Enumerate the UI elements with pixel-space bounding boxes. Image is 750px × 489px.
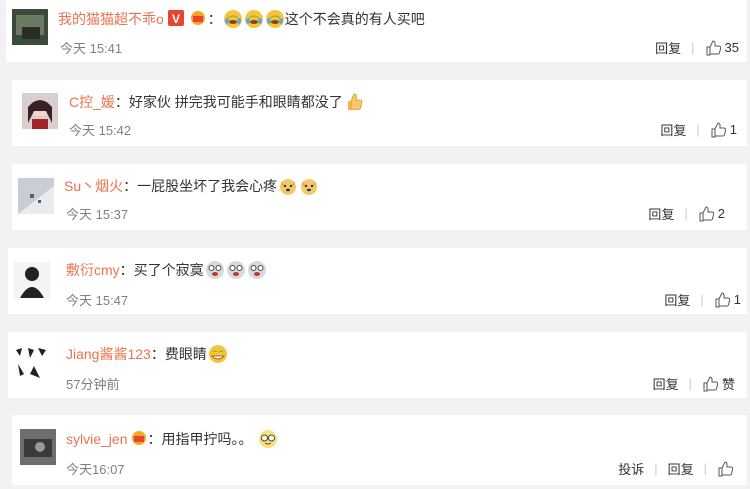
reply-button[interactable]: 回复 <box>648 204 674 223</box>
comment-time: 今天 15:42 <box>69 123 132 138</box>
comment-time: 今天16:07 <box>66 462 125 477</box>
laugh-cry-emoji-icon <box>265 9 285 29</box>
comment-card-4: 敷衍cmy ： 买了个寂寞 今天 15:47 回复 | 1 <box>8 248 747 314</box>
avatar[interactable] <box>18 178 54 214</box>
reply-button[interactable]: 回复 <box>668 459 694 478</box>
comment-card-1: 我的猫猫超不乖o V ： 这个不会真的有人买吧 今天 15:41 回复 | 35 <box>6 0 747 62</box>
thumbs-up-emoji-icon <box>344 92 364 112</box>
comment-username[interactable]: 敷衍cmy <box>66 260 120 280</box>
comment-text: 好家伙 拼完我可能手和眼睛都没了 <box>128 94 343 110</box>
like-count: 1 <box>733 292 741 307</box>
reply-button[interactable]: 回复 <box>660 120 686 139</box>
comment-text: 一屁股坐坏了我会心疼 <box>137 178 278 194</box>
like-button[interactable]: 1 <box>714 291 741 308</box>
avatar[interactable] <box>22 93 58 129</box>
svg-text:V: V <box>172 12 180 26</box>
avatar[interactable] <box>14 344 50 380</box>
avatar[interactable] <box>20 429 56 465</box>
laugh-cry-emoji-icon <box>244 9 264 29</box>
thumbs-up-icon <box>698 205 715 222</box>
comment-card-6: sylvie_jen ： 用指甲拧吗。。 今天16:07 投诉 | 回复 | <box>12 415 747 485</box>
vip-badge-icon: V <box>167 9 184 29</box>
comment-card-3: Su丶烟火 ： 一屁股坐坏了我会心疼 今天 15:37 回复 | 2 <box>12 164 747 230</box>
laugh-cry-emoji-icon <box>223 9 243 29</box>
crying-emoji-icon <box>226 260 246 280</box>
doge-emoji-icon <box>278 176 298 196</box>
reply-button[interactable]: 回复 <box>653 374 679 393</box>
thumbs-up-icon <box>705 39 721 56</box>
like-count: 赞 <box>721 377 735 392</box>
thumbs-up-icon <box>710 121 727 138</box>
crying-emoji-icon <box>247 260 267 280</box>
comment-card-5: Jiang酱酱123 ： 费眼睛 57分钟前 回复 | 赞 <box>8 332 747 398</box>
comment-time: 今天 15:41 <box>60 41 123 56</box>
thumbs-up-icon <box>717 460 734 477</box>
grin-sweat-emoji-icon <box>208 344 228 364</box>
like-count: 35 <box>724 40 739 55</box>
fan-badge-icon <box>131 430 147 449</box>
comment-text: 这个不会真的有人买吧 <box>284 11 425 27</box>
fan-badge-icon <box>188 10 208 29</box>
comment-username[interactable]: sylvie_jen <box>66 431 127 447</box>
crying-emoji-icon <box>205 260 225 280</box>
comment-username[interactable]: Su丶烟火 <box>64 176 123 196</box>
comment-time: 今天 15:37 <box>66 207 129 222</box>
avatar[interactable] <box>14 262 50 298</box>
like-button[interactable]: 赞 <box>702 374 735 393</box>
like-count: 1 <box>729 122 737 137</box>
comment-text: 买了个寂寞 <box>133 262 204 278</box>
reply-button[interactable]: 回复 <box>664 290 690 309</box>
comment-text: 用指甲拧吗。。 <box>161 431 253 447</box>
like-button[interactable]: 1 <box>710 121 737 138</box>
like-button[interactable]: 35 <box>705 39 739 56</box>
comment-card-2: C控_媛 ： 好家伙 拼完我可能手和眼睛都没了 今天 15:42 回复 | 1 <box>12 80 747 146</box>
comment-username[interactable]: 我的猫猫超不乖o <box>58 9 164 29</box>
comment-text: 费眼睛 <box>164 346 207 362</box>
comment-username[interactable]: C控_媛 <box>69 92 115 112</box>
like-button[interactable]: 2 <box>698 205 725 222</box>
thumbs-up-icon <box>714 291 731 308</box>
glasses-emoji-icon <box>258 429 278 449</box>
comment-username[interactable]: Jiang酱酱123 <box>66 344 151 364</box>
like-button[interactable] <box>717 460 737 477</box>
like-count: 2 <box>717 206 725 221</box>
reply-button[interactable]: 回复 <box>655 38 681 57</box>
thumbs-up-icon <box>702 375 719 392</box>
avatar[interactable] <box>12 9 48 45</box>
comment-time: 57分钟前 <box>66 377 120 392</box>
report-button[interactable]: 投诉 <box>618 459 644 478</box>
doge-emoji-icon <box>299 176 319 196</box>
comment-time: 今天 15:47 <box>66 293 129 308</box>
